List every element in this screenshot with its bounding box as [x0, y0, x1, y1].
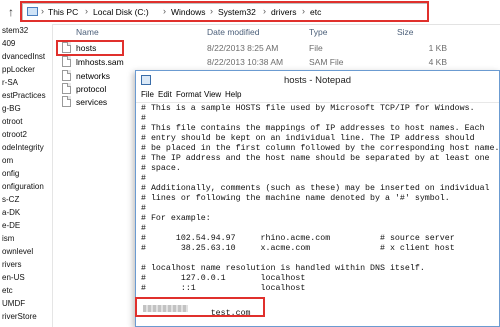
sidebar-item[interactable]: UMDF	[2, 299, 50, 308]
text-line: # lines or following the machine name de…	[141, 194, 450, 203]
sidebar-item[interactable]: en-US	[2, 273, 50, 282]
sidebar-item[interactable]: otroot2	[2, 130, 50, 139]
file-name: lmhosts.sam	[76, 57, 124, 67]
column-header-name[interactable]: Name	[76, 27, 99, 37]
file-size: 4 KB	[428, 57, 447, 67]
text-editor[interactable]: # This is a sample HOSTS file used by Mi…	[136, 102, 499, 326]
text-line: # 102.54.94.97 rhino.acme.com # source s…	[141, 234, 455, 243]
file-name: networks	[76, 71, 111, 81]
test-entry-highlight	[135, 297, 265, 317]
text-line: # Additionally, comments (such as these)…	[141, 184, 490, 193]
notepad-title-bar[interactable]: hosts - Notepad	[136, 71, 499, 89]
menu-format[interactable]: Format	[176, 90, 201, 99]
window-title: hosts - Notepad	[283, 75, 352, 86]
file-icon	[62, 83, 71, 94]
text-line: # ::1 localhost	[141, 284, 306, 293]
sidebar-item[interactable]: ism	[2, 234, 50, 243]
file-icon	[62, 96, 71, 107]
sidebar-item[interactable]: r-SA	[2, 78, 50, 87]
sidebar-item[interactable]: s-CZ	[2, 195, 50, 204]
text-line: # This is a sample HOSTS file used by Mi…	[141, 104, 475, 113]
sidebar-item[interactable]: otroot	[2, 117, 50, 126]
menu-help[interactable]: Help	[225, 90, 241, 99]
file-name: protocol	[76, 84, 107, 94]
text-line: # localhost name resolution is handled w…	[141, 264, 425, 273]
file-size: 1 KB	[428, 43, 447, 53]
file-row-lmhosts[interactable]: lmhosts.sam 8/22/2013 10:38 AM SAM File …	[52, 55, 500, 69]
menu-edit[interactable]: Edit	[158, 90, 172, 99]
sidebar-item[interactable]: a-DK	[2, 208, 50, 217]
text-line: #	[141, 204, 146, 213]
sidebar-item[interactable]: ownlevel	[2, 247, 50, 256]
sidebar-item[interactable]: g-BG	[2, 104, 50, 113]
text-line: # entry should be kept on an individual …	[141, 134, 475, 143]
column-header-date[interactable]: Date modified	[207, 27, 259, 37]
text-line: #	[141, 224, 146, 233]
text-line: # This file contains the mappings of IP …	[141, 124, 485, 133]
sidebar-item[interactable]: rivers	[2, 260, 50, 269]
sidebar-item[interactable]: stem32	[2, 26, 50, 35]
file-date: 8/22/2013 10:38 AM	[207, 57, 284, 67]
file-type: File	[309, 43, 323, 53]
sidebar-item[interactable]: dvancedInst	[2, 52, 50, 61]
notepad-window: hosts - Notepad File Edit Format View He…	[135, 70, 500, 327]
sidebar-item[interactable]: ppLocker	[2, 65, 50, 74]
menu-view[interactable]: View	[204, 90, 221, 99]
sidebar-item[interactable]: estPractices	[2, 91, 50, 100]
text-line: # be placed in the first column followed…	[141, 144, 499, 153]
sidebar-item[interactable]: odeIntegrity	[2, 143, 50, 152]
file-icon	[62, 70, 71, 81]
text-line: #	[141, 174, 146, 183]
column-header-size[interactable]: Size	[397, 27, 414, 37]
text-line: # The IP address and the host name shoul…	[141, 154, 490, 163]
sidebar-item[interactable]: onfig	[2, 169, 50, 178]
navigation-pane: stem32 409 dvancedInst ppLocker r-SA est…	[0, 24, 53, 327]
column-headers: Name Date modified Type Size	[52, 24, 500, 40]
text-line: # 127.0.0.1 localhost	[141, 274, 306, 283]
text-line: # space.	[141, 164, 181, 173]
up-arrow-icon[interactable]: ↑	[4, 5, 18, 19]
menu-bar: File Edit Format View Help	[136, 89, 499, 103]
column-header-type[interactable]: Type	[309, 27, 327, 37]
file-date: 8/22/2013 8:25 AM	[207, 43, 279, 53]
text-line: # For example:	[141, 214, 211, 223]
text-line: # 38.25.63.10 x.acme.com # x client host	[141, 244, 455, 253]
sidebar-item[interactable]: om	[2, 156, 50, 165]
file-name: services	[76, 97, 108, 107]
sidebar-item[interactable]: 409	[2, 39, 50, 48]
file-icon	[62, 56, 71, 67]
sidebar-item[interactable]: riverStore	[2, 312, 50, 321]
sidebar-item[interactable]: e-DE	[2, 221, 50, 230]
sidebar-item[interactable]: onfiguration	[2, 182, 50, 191]
menu-file[interactable]: File	[141, 90, 154, 99]
hosts-file-highlight	[56, 40, 124, 56]
navigation-bar: ↑ › This PC › Local Disk (C:) › Windows …	[0, 0, 500, 25]
address-bar-highlight	[20, 1, 429, 22]
text-line: #	[141, 114, 146, 123]
file-type: SAM File	[309, 57, 344, 67]
sidebar-item-etc[interactable]: etc	[2, 286, 50, 295]
